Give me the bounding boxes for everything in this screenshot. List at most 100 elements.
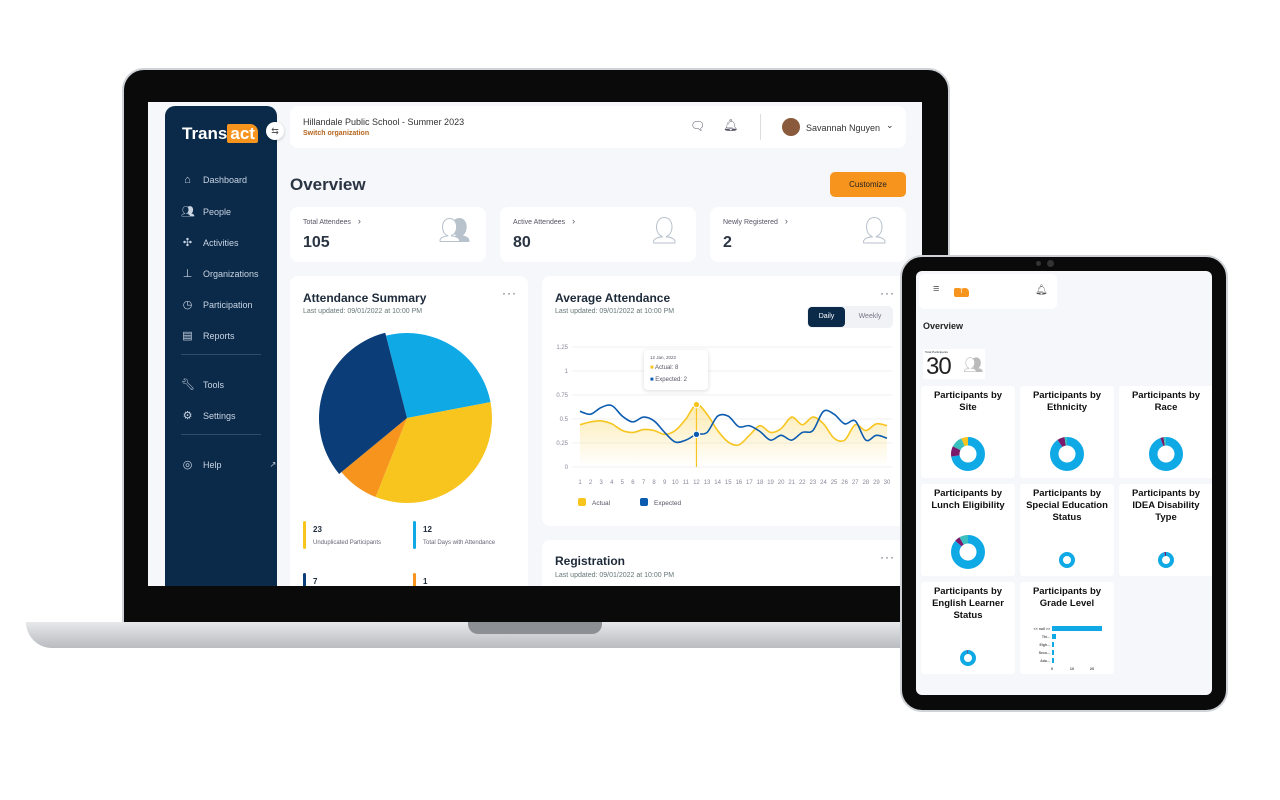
x-tick-label: 14	[714, 480, 721, 486]
x-tick-label: 22	[799, 480, 806, 486]
donut-segment	[1149, 437, 1183, 471]
sidebar-item-tools[interactable]: 🔧︎ Tools	[181, 378, 224, 391]
sidebar: Trans act ⌂ Dashboard 👥︎ People ✣ Activities ⊥ O…	[165, 106, 277, 586]
people-icon: 👥︎	[181, 206, 195, 218]
x-tick-label: 27	[852, 480, 859, 486]
clipboard-icon: ▤	[182, 330, 193, 342]
total-participants-card: Total Participants 30 👥︎	[923, 349, 985, 380]
stat-value: 105	[303, 234, 330, 251]
metric-label: Total Days with Attendance	[423, 540, 496, 546]
x-tick-label: 10	[1070, 666, 1075, 671]
tooltip-actual: ■ Actual: 8	[650, 365, 679, 371]
tablet-screen: ≡ T 🔔︎ Overview Total Participants 30 👥︎…	[916, 271, 1212, 695]
sidebar-item-help[interactable]: ◎ Help ↗	[181, 458, 280, 471]
metric-value: 12	[423, 525, 432, 534]
people-icon: 👥︎	[963, 357, 984, 374]
bar-label: Adu...	[1040, 659, 1050, 663]
org-chart-icon: ⊥	[182, 268, 193, 280]
x-tick-label: 24	[820, 480, 827, 486]
sidebar-item-label: Organizations	[203, 268, 259, 279]
sidebar-item-label: People	[203, 206, 232, 217]
stat-card-0[interactable]: Total Attendees › 105 👥︎	[290, 207, 486, 262]
tablet-tile[interactable]: Participants by Race	[1119, 386, 1212, 478]
x-tick-label: 18	[757, 480, 764, 486]
switch-organization-link[interactable]: Switch organization	[303, 130, 369, 137]
grade-bar	[1052, 642, 1054, 647]
grade-bar	[1052, 626, 1102, 631]
help-icon: ◎	[182, 459, 193, 471]
y-tick-label: 0.75	[556, 393, 568, 399]
puzzle-icon: ✣	[182, 237, 193, 249]
tablet-tile[interactable]: Participants by Special Education Status	[1020, 484, 1114, 576]
x-tick-label: 15	[725, 480, 732, 486]
menu-icon[interactable]: ≡	[933, 283, 939, 295]
x-tick-label: 5	[621, 480, 625, 486]
x-tick-label: 26	[841, 480, 848, 486]
user-name[interactable]: Savannah Nguyen	[806, 123, 880, 133]
sidebar-item-reports[interactable]: ▤ Reports	[181, 329, 235, 342]
last-updated: Last updated: 09/01/2022 at 10:00 PM	[555, 572, 675, 579]
customize-button[interactable]: Customize	[830, 172, 906, 197]
registration-card: Registration Last updated: 09/01/2022 at…	[542, 540, 906, 586]
grade-bar	[1052, 650, 1054, 655]
stat-card-1[interactable]: Active Attendees › 80 👤︎	[500, 207, 696, 262]
legend-swatch	[578, 498, 586, 506]
x-tick-label: 16	[735, 480, 742, 486]
header: Hillandale Public School - Summer 2023 S…	[290, 106, 906, 148]
sidebar-item-label: Activities	[203, 237, 239, 248]
stat-card-2[interactable]: Newly Registered › 2 👤︎	[710, 207, 906, 262]
divider	[181, 354, 261, 355]
tablet-tile[interactable]: Participants by Grade Level << null >> Thi…	[1020, 582, 1114, 674]
tablet-tile[interactable]: Participants by IDEA Disability Type	[1119, 484, 1212, 576]
sidebar-item-participation[interactable]: ◷ Participation	[181, 298, 253, 311]
sidebar-item-people[interactable]: 👥︎ People	[181, 205, 231, 218]
average-attendance-chart: 00.250.50.7511.251 2 3 4 5 6 7 8 9 10 11 12 13 14 15 16…	[556, 345, 892, 507]
avatar[interactable]	[782, 118, 800, 136]
more-options-icon[interactable]: ···	[880, 550, 895, 564]
tablet-tile[interactable]: Participants by Site	[921, 386, 1015, 478]
external-link-icon: ↗	[269, 460, 277, 469]
x-tick-label: 3	[600, 480, 604, 486]
chat-icon[interactable]: 🗨	[690, 119, 705, 133]
metric-value: 7	[313, 577, 318, 586]
sidebar-item-dashboard[interactable]: ⌂ Dashboard	[181, 174, 247, 186]
donut-segment	[1059, 552, 1075, 568]
x-tick-label: 7	[642, 480, 646, 486]
attendance-pie-chart	[319, 332, 492, 503]
tablet-tile[interactable]: Participants by Ethnicity	[1020, 386, 1114, 478]
sidebar-item-settings[interactable]: ⚙ Settings	[181, 409, 236, 422]
org-name: Hillandale Public School - Summer 2023	[303, 117, 465, 127]
laptop-screen: Trans act ⌂ Dashboard 👥︎ People ✣ Activities ⊥ O…	[148, 102, 922, 586]
sidebar-item-label: Tools	[203, 379, 225, 390]
collapse-sidebar-icon[interactable]: ⇆	[266, 122, 284, 140]
stat-label: Active Attendees	[513, 219, 566, 226]
donut-segment	[1050, 437, 1084, 471]
bar-label: << null >>	[1034, 627, 1050, 631]
chevron-right-icon: ›	[784, 216, 788, 226]
tablet-tile[interactable]: Participants by English Learner Status	[921, 582, 1015, 674]
legend-label: Expected	[654, 500, 681, 507]
metric-bar	[413, 521, 416, 549]
user-check-icon: 👤︎	[648, 215, 682, 245]
x-tick-label: 25	[831, 480, 838, 486]
sidebar-item-activities[interactable]: ✣ Activities	[181, 236, 239, 249]
chevron-down-icon[interactable]: ⌄	[886, 120, 894, 131]
page-title: Overview	[290, 175, 366, 194]
x-tick-label: 6	[631, 480, 635, 486]
data-point-expected[interactable]	[692, 430, 701, 439]
sidebar-item-label: Reports	[203, 330, 235, 341]
bell-icon[interactable]: 🔔︎	[1035, 285, 1048, 296]
last-updated: Last updated: 09/01/2022 at 10:00 PM	[303, 308, 423, 315]
grade-bar	[1052, 634, 1056, 639]
gear-icon: ⚙	[182, 410, 193, 422]
actual-area	[580, 404, 887, 467]
data-point-actual[interactable]	[692, 400, 701, 409]
tablet-tile[interactable]: Participants by Lunch Eligibility	[921, 484, 1015, 576]
more-options-icon[interactable]: ···	[502, 286, 517, 300]
x-tick-label: 9	[663, 480, 667, 486]
sidebar-item-organizations[interactable]: ⊥ Organizations	[181, 267, 259, 280]
y-tick-label: 0	[565, 465, 569, 471]
grade-bar	[1052, 658, 1054, 663]
wrench-icon: 🔧︎	[181, 379, 195, 391]
bell-icon[interactable]: 🔔︎	[723, 118, 738, 132]
